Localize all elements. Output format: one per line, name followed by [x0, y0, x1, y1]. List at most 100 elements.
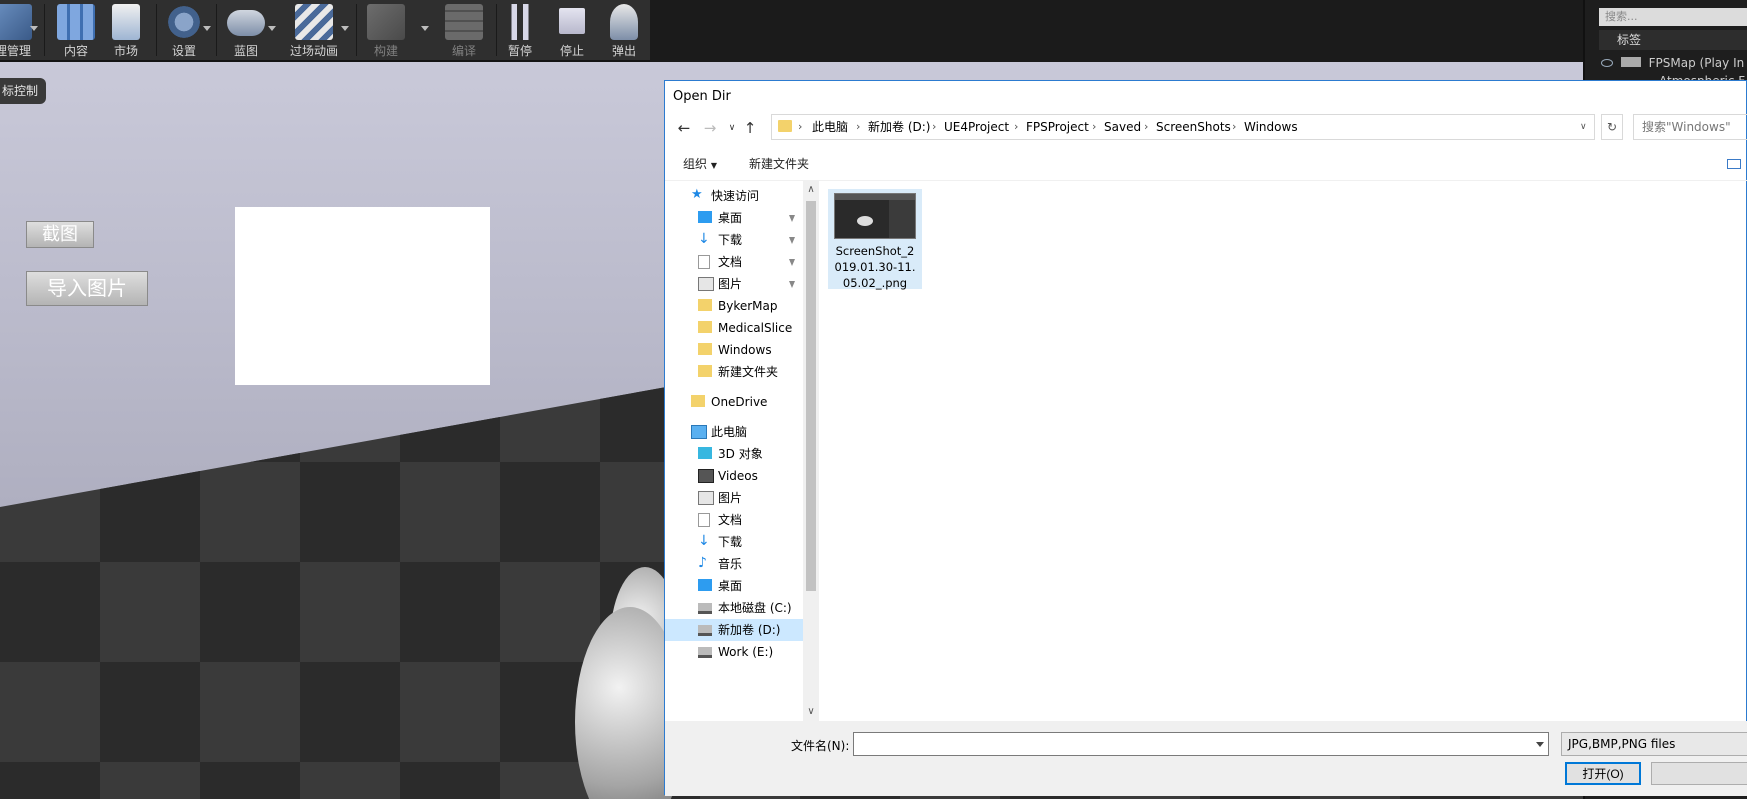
desktop-icon: [698, 211, 712, 223]
breadcrumb-drive-d[interactable]: 新加卷 (D:): [868, 115, 930, 139]
star-icon: ★: [691, 187, 703, 202]
address-bar[interactable]: › 此电脑 › 新加卷 (D:) › UE4Project › FPSProje…: [771, 114, 1595, 140]
toolbar-separator: [44, 4, 45, 56]
command-bar: 组织 ▼ 新建文件夹: [665, 148, 1747, 181]
manage-icon: [0, 4, 32, 40]
up-arrow-icon[interactable]: ↑: [739, 117, 761, 139]
folder-icon: [778, 120, 792, 132]
forward-arrow-icon[interactable]: →: [699, 117, 721, 139]
outliner-search-input[interactable]: 搜索...: [1599, 8, 1747, 26]
chevron-down-icon: ▼: [710, 161, 717, 170]
toolbar-build-button[interactable]: 构建: [362, 0, 410, 60]
breadcrumb-saved[interactable]: Saved: [1104, 115, 1141, 139]
breadcrumb-separator-icon[interactable]: ›: [798, 115, 802, 139]
import-image-button[interactable]: 导入图片: [26, 271, 148, 306]
view-options-icon[interactable]: [1727, 159, 1741, 169]
breadcrumb-separator-icon[interactable]: ›: [1092, 115, 1096, 139]
pause-icon: [501, 4, 539, 40]
toolbar-content-button[interactable]: 内容: [52, 0, 100, 60]
breadcrumb-fpsproject[interactable]: FPSProject: [1026, 115, 1089, 139]
breadcrumb-ue4project[interactable]: UE4Project: [944, 115, 1009, 139]
control-tag: 标控制: [0, 78, 47, 104]
map-icon: [1620, 57, 1641, 67]
chevron-down-icon[interactable]: [268, 26, 276, 31]
breadcrumb-separator-icon[interactable]: ›: [932, 115, 936, 139]
open-dir-dialog: Open Dir ← → ∨ ↑ › 此电脑 › 新加卷 (D:) › UE4P…: [664, 80, 1747, 796]
cancel-button[interactable]: [1651, 762, 1747, 785]
breadcrumb-separator-icon[interactable]: ›: [1014, 115, 1018, 139]
image-preview-box: [235, 207, 490, 385]
toolbar-marketplace-button[interactable]: 市场: [102, 0, 150, 60]
toolbar-manage-button[interactable]: 理管理: [0, 0, 32, 60]
breadcrumb-windows[interactable]: Windows: [1244, 115, 1298, 139]
editor-toolbar: 理管理 内容 市场 设置 蓝图 过场动画 构建 编译 暂停 停止 弹出: [0, 0, 650, 62]
search-input[interactable]: 搜索"Windows": [1633, 114, 1747, 140]
breadcrumb-separator-icon[interactable]: ›: [1232, 115, 1236, 139]
outliner-row[interactable]: FPSMap (Play In: [1599, 54, 1747, 72]
marketplace-bag-icon: [112, 4, 140, 40]
toolbar-separator: [216, 4, 217, 56]
compile-blocks-icon: [445, 4, 483, 40]
navigation-scrollbar[interactable]: ∧ ∨: [803, 181, 819, 721]
chevron-down-icon[interactable]: [341, 26, 349, 31]
toolbar-eject-button[interactable]: 弹出: [600, 0, 648, 60]
screenshot-button[interactable]: 截图: [26, 221, 94, 248]
eye-icon[interactable]: [1601, 59, 1613, 67]
drive-icon: [698, 647, 712, 658]
tree-pinned-pictures[interactable]: 图片: [698, 273, 803, 295]
build-cube-icon: [367, 4, 405, 40]
scrollbar-thumb[interactable]: [806, 201, 816, 591]
stop-icon: [559, 8, 585, 34]
breadcrumb-screenshots[interactable]: ScreenShots: [1156, 115, 1231, 139]
music-note-icon: ♪: [698, 555, 707, 571]
open-button[interactable]: 打开(O): [1565, 762, 1641, 785]
file-item[interactable]: ScreenShot_2019.01.30-11.05.02_.png: [828, 189, 922, 290]
toolbar-cinematics-button[interactable]: 过场动画: [282, 0, 346, 60]
tree-pinned-desktop[interactable]: 桌面: [698, 207, 803, 229]
windows-drive-icon: [698, 603, 712, 614]
document-icon: [698, 513, 710, 527]
image-thumbnail: [834, 193, 916, 239]
toolbar-settings-button[interactable]: 设置: [160, 0, 208, 60]
toolbar-blueprints-button[interactable]: 蓝图: [222, 0, 270, 60]
breadcrumb-separator-icon[interactable]: ›: [1144, 115, 1148, 139]
breadcrumb-separator-icon[interactable]: ›: [856, 115, 860, 139]
file-list-pane[interactable]: ScreenShot_2019.01.30-11.05.02_.png: [820, 181, 1747, 721]
filename-input[interactable]: [853, 732, 1549, 756]
drive-icon: [698, 625, 712, 636]
desktop-icon: [698, 579, 712, 591]
chevron-down-icon[interactable]: [1536, 742, 1544, 747]
chevron-down-icon[interactable]: [421, 26, 429, 31]
pin-icon: [789, 281, 795, 288]
toolbar-stop-button[interactable]: 停止: [548, 0, 596, 60]
file-type-select[interactable]: JPG,BMP,PNG files: [1561, 732, 1747, 756]
document-icon: [698, 255, 710, 269]
back-arrow-icon[interactable]: ←: [673, 117, 695, 139]
chevron-down-icon[interactable]: [203, 26, 211, 31]
chevron-down-icon[interactable]: ∨: [1580, 115, 1587, 139]
file-name: ScreenShot_2019.01.30-11.05.02_.png: [834, 244, 916, 290]
outliner-label-column[interactable]: 标签: [1599, 30, 1747, 50]
breadcrumb-this-pc[interactable]: 此电脑: [812, 115, 848, 139]
scroll-down-icon[interactable]: ∨: [803, 705, 819, 719]
chevron-down-icon[interactable]: [30, 26, 38, 31]
onedrive-folder-icon: [691, 395, 705, 407]
download-icon: ↓: [698, 231, 710, 247]
toolbar-compile-button[interactable]: 编译: [440, 0, 488, 60]
pin-icon: [789, 237, 795, 244]
refresh-icon[interactable]: ↻: [1601, 114, 1623, 140]
tree-pc-drive-d[interactable]: 新加卷 (D:): [665, 619, 803, 641]
new-folder-button[interactable]: 新建文件夹: [749, 148, 809, 180]
tree-pinned-documents[interactable]: 文档: [698, 251, 803, 273]
gamepad-icon: [227, 10, 265, 36]
clapperboard-icon: [295, 4, 333, 40]
settings-gears-icon: [165, 4, 203, 40]
organize-button[interactable]: 组织 ▼: [683, 148, 717, 180]
dialog-footer: 文件名(N): JPG,BMP,PNG files 打开(O): [665, 721, 1747, 796]
scroll-up-icon[interactable]: ∧: [803, 183, 819, 197]
eject-person-icon: [610, 4, 638, 40]
toolbar-pause-button[interactable]: 暂停: [496, 0, 544, 60]
navigation-pane: ★ 快速访问 桌面 ↓ 下载 文档 图片 BykerMap MedicalSli…: [665, 181, 805, 721]
pictures-icon: [698, 491, 714, 505]
tree-pinned-downloads[interactable]: ↓ 下载: [698, 229, 803, 251]
